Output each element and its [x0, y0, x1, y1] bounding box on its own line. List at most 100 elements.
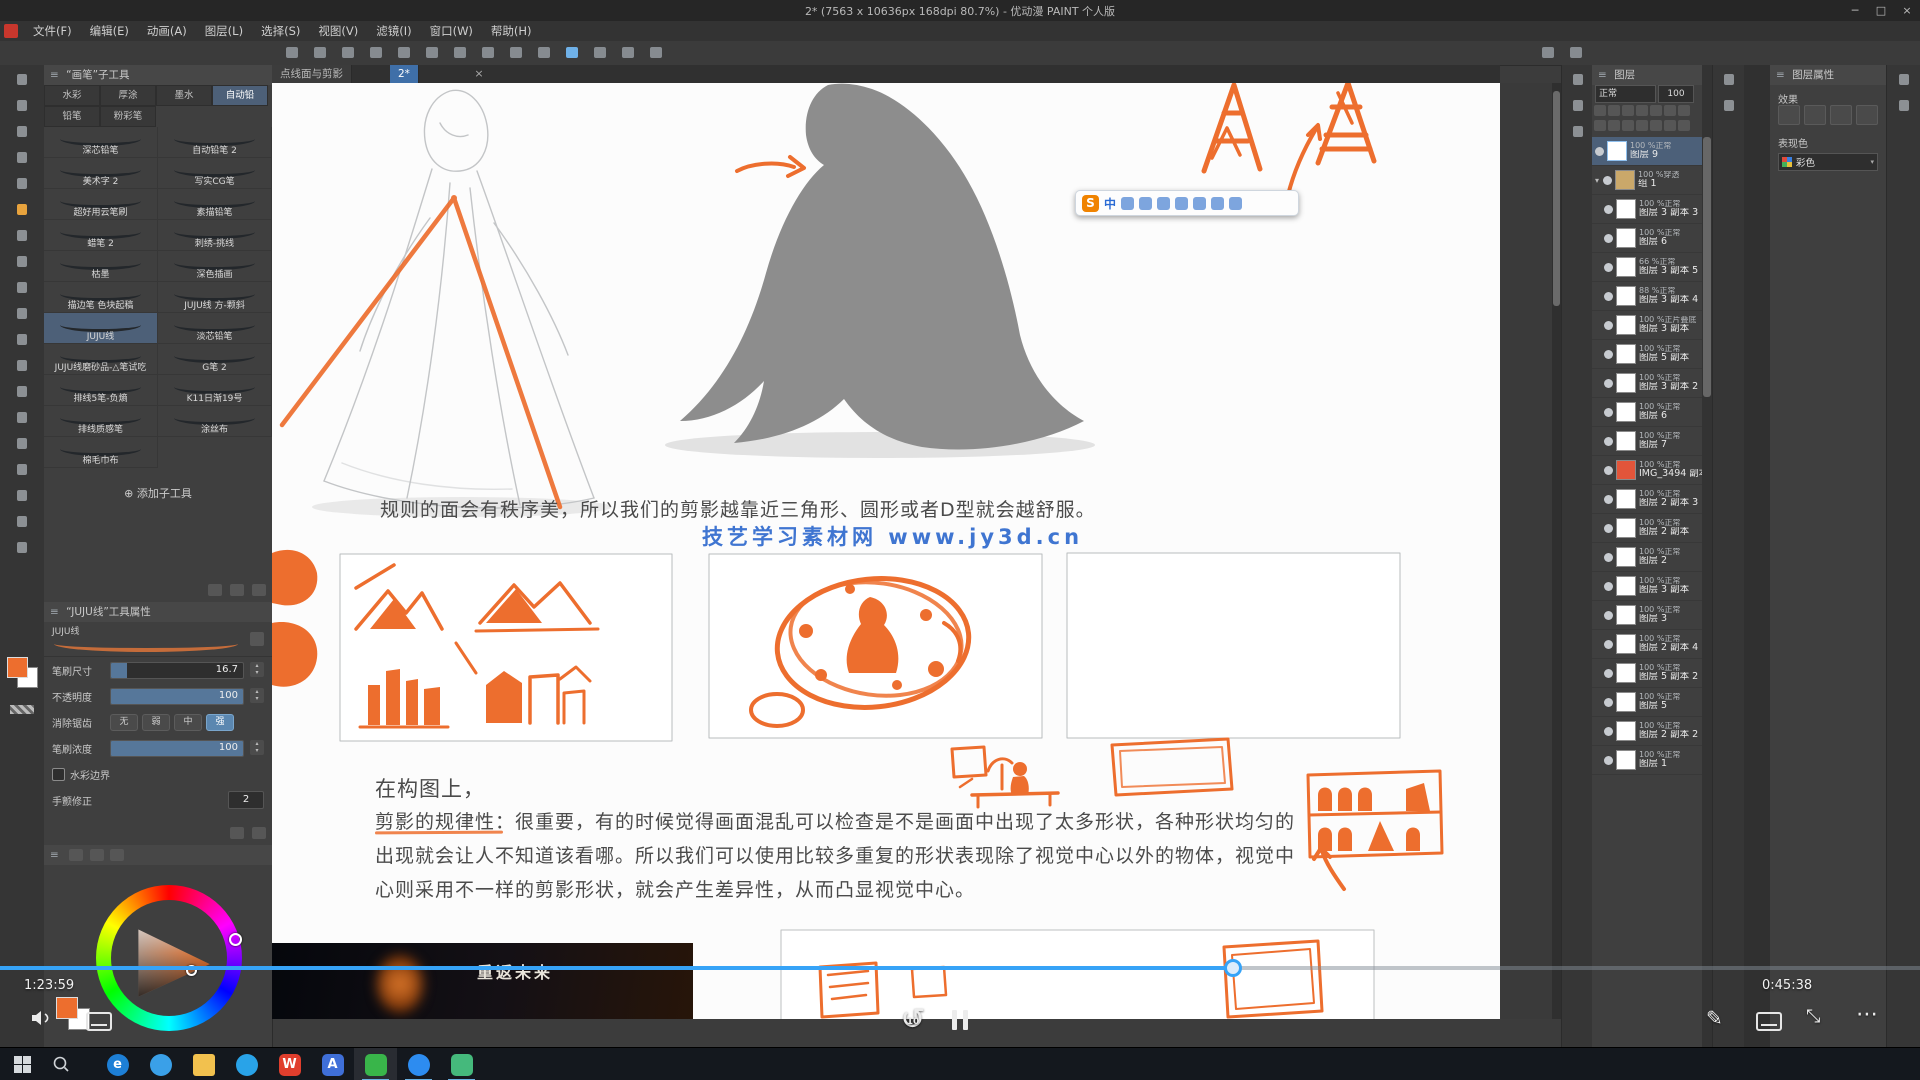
- menu-item[interactable]: 编辑(E): [81, 21, 138, 41]
- layer-visibility-icon[interactable]: [1604, 756, 1613, 765]
- close-button[interactable]: ×: [1894, 0, 1920, 21]
- subtool-group-tab[interactable]: 铅笔: [44, 106, 100, 127]
- layer-ruler-icon[interactable]: [1678, 105, 1690, 116]
- panel-menu-icon[interactable]: ≡: [50, 606, 59, 618]
- antialias-option[interactable]: 中: [174, 714, 202, 731]
- brush-item[interactable]: 深色插画: [158, 251, 272, 282]
- brush-item[interactable]: 美术字 2: [44, 158, 158, 189]
- menu-item[interactable]: 窗口(W): [421, 21, 482, 41]
- layer-thumbnail[interactable]: [1616, 431, 1636, 451]
- new-subtool-icon[interactable]: [208, 584, 222, 596]
- layer-row[interactable]: 66 %正常 图层 3 副本 5: [1592, 253, 1702, 282]
- rewind-10-button[interactable]: ↺ 10: [893, 1002, 933, 1042]
- merge-layer-icon[interactable]: [1650, 120, 1662, 131]
- taskbar-app-icon[interactable]: W: [268, 1048, 311, 1080]
- document-tab-1[interactable]: 点线面与剪影: [272, 65, 352, 83]
- taskbar-app-icon[interactable]: [354, 1048, 397, 1080]
- undo-icon[interactable]: [365, 43, 387, 62]
- brush-item[interactable]: 深芯铅笔: [44, 127, 158, 158]
- blend-mode-dropdown[interactable]: 正常: [1595, 85, 1656, 103]
- layer-row[interactable]: 100 %正常 图层 5: [1592, 688, 1702, 717]
- layer-visibility-icon[interactable]: [1604, 350, 1613, 359]
- decoration-tool-icon[interactable]: [9, 302, 35, 325]
- lock-icon[interactable]: [250, 632, 264, 646]
- subtool-group-tab[interactable]: 水彩: [44, 85, 100, 106]
- transparent-color-swatch[interactable]: [10, 705, 34, 714]
- layer-visibility-icon[interactable]: [1604, 553, 1613, 562]
- toolbar-icon[interactable]: [477, 43, 499, 62]
- layer-row[interactable]: 100 %正常 图层 7: [1592, 427, 1702, 456]
- layer-row[interactable]: 100 %正常 图层 2 副本 3: [1592, 485, 1702, 514]
- minimize-button[interactable]: ─: [1842, 0, 1868, 21]
- shrink-button[interactable]: ⤡: [1806, 1006, 1820, 1027]
- layer-visibility-icon[interactable]: [1604, 379, 1613, 388]
- menu-item[interactable]: 帮助(H): [482, 21, 541, 41]
- layer-row[interactable]: 100 %正常 图层 9: [1592, 137, 1702, 166]
- layer-draft-icon[interactable]: [1636, 105, 1648, 116]
- annotate-button[interactable]: ✎: [1706, 1006, 1723, 1030]
- menu-item[interactable]: 视图(V): [309, 21, 367, 41]
- duplicate-subtool-icon[interactable]: [230, 584, 244, 596]
- main-color-swatch[interactable]: [56, 997, 78, 1019]
- ime-grid-icon[interactable]: [1211, 197, 1224, 210]
- brush-item[interactable]: 棉毛巾布: [44, 437, 158, 468]
- operate-tool-icon[interactable]: [9, 120, 35, 143]
- layer-visibility-icon[interactable]: [1604, 698, 1613, 707]
- new-folder-icon[interactable]: [1622, 120, 1634, 131]
- panel-menu-icon[interactable]: ≡: [50, 849, 59, 861]
- pause-button[interactable]: [952, 1010, 968, 1030]
- layer-thumbnail[interactable]: [1616, 286, 1636, 306]
- subtitle-button[interactable]: [86, 1012, 112, 1031]
- layer-row[interactable]: 88 %正常 图层 3 副本 4: [1592, 282, 1702, 311]
- airbrush-tool-icon[interactable]: [9, 276, 35, 299]
- expression-color-dropdown[interactable]: 彩色 ▾: [1778, 153, 1878, 171]
- subview-panel-icon[interactable]: [1565, 94, 1591, 117]
- layer-ref-icon[interactable]: [1622, 105, 1634, 116]
- tab-close-icon[interactable]: ×: [472, 67, 486, 81]
- toolbar-icon[interactable]: [309, 43, 331, 62]
- layer-row[interactable]: 100 %正常 图层 5 副本: [1592, 340, 1702, 369]
- extract-line-effect-icon[interactable]: [1856, 105, 1878, 125]
- taskbar-search-button[interactable]: [52, 1055, 70, 1073]
- toolbar-icon[interactable]: [421, 43, 443, 62]
- layer-row[interactable]: 100 %正常 图层 2 副本 4: [1592, 630, 1702, 659]
- layer-row[interactable]: 100 %正常 图层 6: [1592, 398, 1702, 427]
- brush-item[interactable]: 超好用云笔刷: [44, 189, 158, 220]
- toolbar-icon[interactable]: [281, 43, 303, 62]
- layer-visibility-icon[interactable]: [1604, 669, 1613, 678]
- subtool-group-tab[interactable]: 墨水: [156, 85, 212, 106]
- maximize-button[interactable]: □: [1868, 0, 1894, 21]
- history-panel-tab-icon[interactable]: [1716, 94, 1742, 117]
- foreground-color-swatch[interactable]: [7, 657, 28, 678]
- collapsed-panel-icon[interactable]: [1891, 68, 1917, 91]
- color-set-tab-icon[interactable]: [90, 849, 104, 861]
- scrollbar-thumb[interactable]: [1553, 91, 1560, 306]
- layer-thumbnail[interactable]: [1616, 344, 1636, 364]
- text-tool-icon[interactable]: [9, 510, 35, 533]
- volume-button[interactable]: [28, 1006, 54, 1034]
- brush-item[interactable]: 刺绣-挑线: [158, 220, 272, 251]
- taskbar-app-icon[interactable]: [225, 1048, 268, 1080]
- brush-item[interactable]: 描边笔 色块起稿: [44, 282, 158, 313]
- watercolor-edge-checkbox[interactable]: [52, 768, 65, 781]
- antialias-option[interactable]: 弱: [142, 714, 170, 731]
- layer-visibility-icon[interactable]: [1604, 495, 1613, 504]
- brush-item[interactable]: 枯墨: [44, 251, 158, 282]
- blend-tool-icon[interactable]: [9, 354, 35, 377]
- layer-visibility-icon[interactable]: [1604, 205, 1613, 214]
- canvas-viewport[interactable]: 规则的面会有秩序美，所以我们的剪影越靠近三角形、圆形或者D型就会越舒服。 技艺学…: [272, 83, 1500, 1019]
- layer-thumbnail[interactable]: [1616, 605, 1636, 625]
- layer-row[interactable]: 100 %正常 图层 5 副本 2: [1592, 659, 1702, 688]
- layer-visibility-icon[interactable]: [1604, 582, 1613, 591]
- layer-visibility-icon[interactable]: [1604, 234, 1613, 243]
- gradient-tool-icon[interactable]: [9, 406, 35, 429]
- layer-thumbnail[interactable]: [1616, 721, 1636, 741]
- layer-mask-icon[interactable]: [1664, 105, 1676, 116]
- layer-visibility-icon[interactable]: [1604, 321, 1613, 330]
- layer-visibility-icon[interactable]: [1604, 524, 1613, 533]
- delete-layer-icon[interactable]: [1678, 120, 1690, 131]
- menu-item[interactable]: 动画(A): [138, 21, 196, 41]
- layer-thumbnail[interactable]: [1616, 663, 1636, 683]
- layer-row[interactable]: 100 %正片叠底 图层 3 副本: [1592, 311, 1702, 340]
- eraser-tool-icon[interactable]: [9, 328, 35, 351]
